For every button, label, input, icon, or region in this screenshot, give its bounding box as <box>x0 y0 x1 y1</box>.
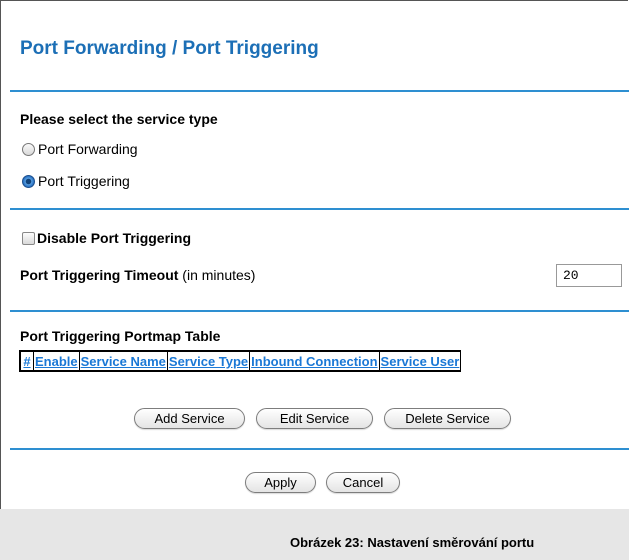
disable-port-triggering-label[interactable]: Disable Port Triggering <box>37 230 191 246</box>
port-triggering-label[interactable]: Port Triggering <box>38 173 130 189</box>
column-header-service-user[interactable]: Service User <box>380 352 462 371</box>
column-header-number[interactable]: # <box>21 352 34 371</box>
column-header-inbound-connection[interactable]: Inbound Connection <box>250 352 380 371</box>
column-header-enable[interactable]: Enable <box>34 352 80 371</box>
page-title: Port Forwarding / Port Triggering <box>20 38 319 59</box>
add-service-button[interactable]: Add Service <box>134 408 245 429</box>
portmap-table-heading: Port Triggering Portmap Table <box>20 328 221 344</box>
timeout-label: Port Triggering Timeout (in minutes) <box>20 267 255 283</box>
port-forwarding-radio[interactable] <box>22 143 35 156</box>
service-type-heading: Please select the service type <box>20 111 218 127</box>
timeout-label-bold: Port Triggering Timeout <box>20 267 179 283</box>
figure-caption: Obrázek 23: Nastavení směrování portu <box>290 535 535 550</box>
timeout-input[interactable]: 20 <box>556 264 622 287</box>
cancel-button[interactable]: Cancel <box>326 472 400 493</box>
divider <box>10 448 629 450</box>
port-triggering-radio[interactable] <box>22 175 35 188</box>
delete-service-button[interactable]: Delete Service <box>384 408 511 429</box>
column-header-service-type[interactable]: Service Type <box>168 352 251 371</box>
timeout-label-unit: (in minutes) <box>178 267 256 283</box>
divider <box>10 208 629 210</box>
divider <box>10 310 629 312</box>
divider <box>10 90 629 92</box>
disable-port-triggering-checkbox[interactable] <box>22 232 35 245</box>
apply-button[interactable]: Apply <box>245 472 316 493</box>
column-header-service-name[interactable]: Service Name <box>80 352 168 371</box>
port-forwarding-label[interactable]: Port Forwarding <box>38 141 138 157</box>
portmap-table: # Enable Service Name Service Type Inbou… <box>19 350 462 372</box>
edit-service-button[interactable]: Edit Service <box>256 408 373 429</box>
